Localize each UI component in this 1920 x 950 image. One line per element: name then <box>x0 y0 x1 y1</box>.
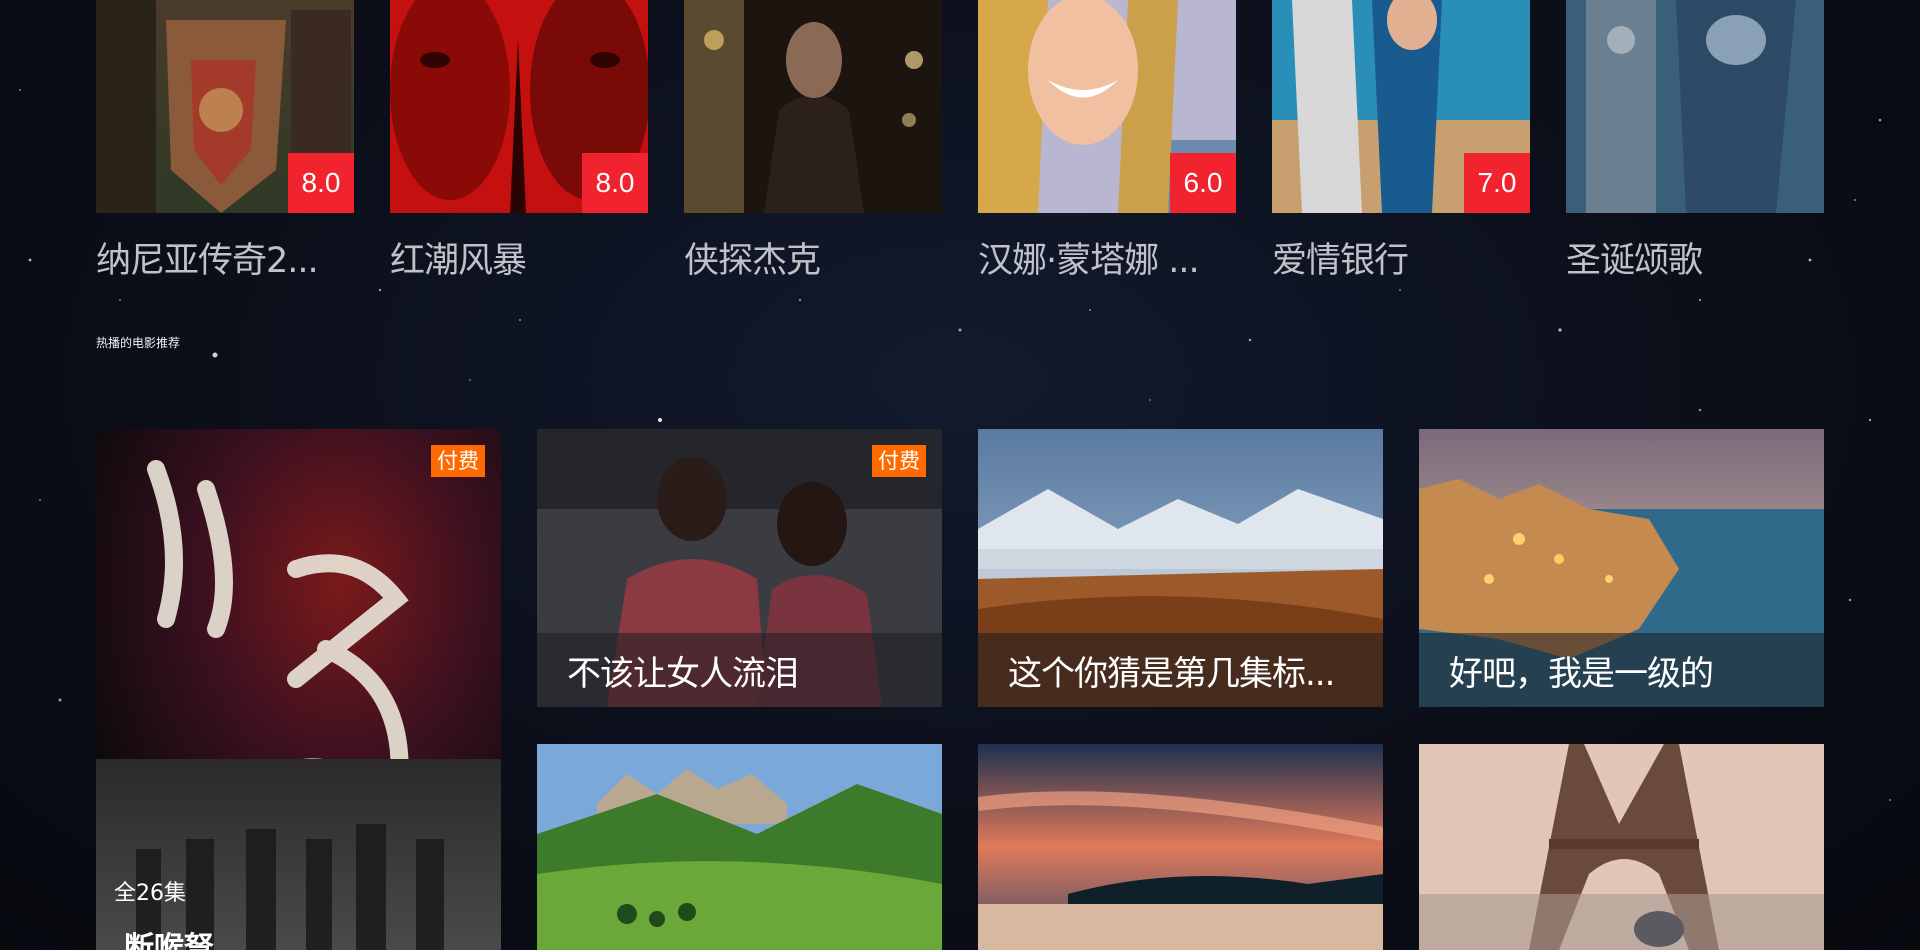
featured-poster <box>96 429 501 950</box>
tile-caption: 好吧，我是一级的 <box>1449 654 1713 694</box>
tile-caption: 这个你猜是第几集标... <box>1008 654 1335 694</box>
movie-title[interactable]: 红潮风暴 <box>390 232 648 283</box>
grid-tile[interactable]: 好吧，我是一级的 <box>1419 429 1824 707</box>
rating-badge: 8.0 <box>582 153 648 213</box>
movie-title[interactable]: 纳尼亚传奇2... <box>96 232 354 283</box>
movie-title[interactable]: 汉娜·蒙塔娜 ... <box>978 232 1236 283</box>
movie-card[interactable]: 8.0 红潮风暴 <box>390 0 648 290</box>
rating-badge: 7.0 <box>1464 153 1530 213</box>
section-title: 热播的电影推荐 <box>96 336 181 350</box>
paid-tag: 付费 <box>872 445 926 477</box>
tile-image <box>978 744 1383 950</box>
rating-badge: 8.0 <box>288 153 354 213</box>
episode-count: 全26集 <box>114 881 186 906</box>
grid-tile[interactable]: 付费 不该让女人流泪 <box>537 429 942 707</box>
rating-badge: 6.0 <box>1170 153 1236 213</box>
tile-caption: 不该让女人流泪 <box>567 654 798 694</box>
movie-card[interactable]: 6.0 汉娜·蒙塔娜 ... <box>978 0 1236 290</box>
grid-tile[interactable]: 这个你猜是第几集标... <box>978 429 1383 707</box>
movie-card[interactable]: 圣诞颂歌 <box>1566 0 1824 290</box>
tile-image <box>537 744 942 950</box>
movie-poster: 6.0 <box>978 0 1236 213</box>
movie-card[interactable]: 8.0 纳尼亚传奇2... <box>96 0 354 290</box>
grid-tile[interactable] <box>978 744 1383 950</box>
featured-tile[interactable]: 付费 全26集 断喉弩 <box>96 429 501 950</box>
movie-title[interactable]: 侠探杰克 <box>684 232 942 283</box>
movie-title[interactable]: 爱情银行 <box>1272 232 1530 283</box>
movie-title[interactable]: 圣诞颂歌 <box>1566 232 1824 283</box>
movie-poster: 8.0 <box>390 0 648 213</box>
movie-poster <box>1566 0 1824 213</box>
grid-tile[interactable] <box>537 744 942 950</box>
movie-poster <box>684 0 942 213</box>
movie-card[interactable]: 侠探杰克 <box>684 0 942 290</box>
movie-poster: 7.0 <box>1272 0 1530 213</box>
tile-image <box>1419 744 1824 950</box>
page: 8.0 纳尼亚传奇2... 8.0 红潮风暴 侠探杰克 6.0 汉娜·蒙塔娜 .… <box>0 0 1920 950</box>
movie-card[interactable]: 7.0 爱情银行 <box>1272 0 1530 290</box>
movie-poster: 8.0 <box>96 0 354 213</box>
featured-title: 断喉弩 <box>124 931 214 950</box>
paid-tag: 付费 <box>431 445 485 477</box>
content: 8.0 纳尼亚传奇2... 8.0 红潮风暴 侠探杰克 6.0 汉娜·蒙塔娜 .… <box>0 0 1920 950</box>
grid-tile[interactable] <box>1419 744 1824 950</box>
